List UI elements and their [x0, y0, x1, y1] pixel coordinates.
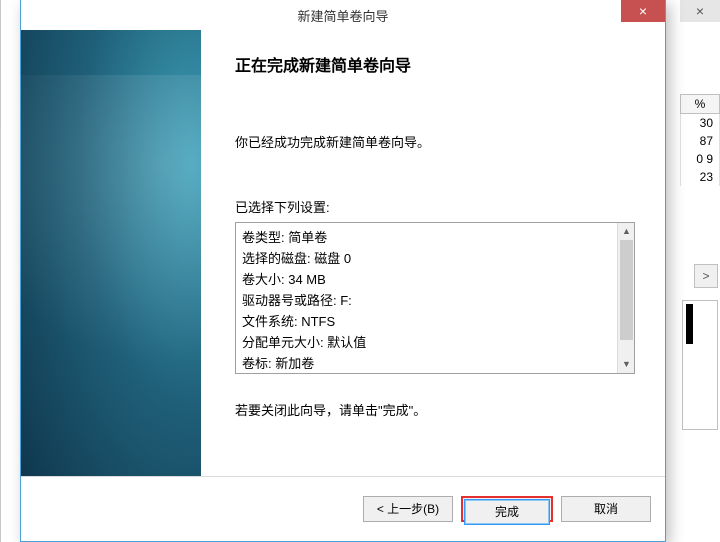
dialog-title: 新建简单卷向导: [21, 6, 665, 25]
close-button[interactable]: ×: [621, 0, 665, 22]
scroll-up-button[interactable]: ▲: [618, 223, 635, 240]
wizard-heading: 正在完成新建简单卷向导: [235, 52, 635, 76]
finish-button[interactable]: 完成: [464, 499, 550, 525]
background-table-cell: 30: [680, 114, 720, 132]
close-icon: ×: [639, 3, 647, 19]
wizard-side-image: [21, 30, 201, 476]
settings-label: 已选择下列设置:: [235, 197, 635, 216]
wizard-dialog: 新建简单卷向导 × 正在完成新建简单卷向导 你已经成功完成新建简单卷向导。 已选…: [20, 0, 666, 542]
background-table-cell: 23: [680, 168, 720, 186]
wizard-intro-text: 你已经成功完成新建简单卷向导。: [235, 132, 635, 151]
background-table-cell: 0 9: [680, 150, 720, 168]
background-scroll-right-button[interactable]: >: [694, 264, 718, 288]
scroll-down-button[interactable]: ▼: [618, 356, 635, 373]
settings-item: 文件系统: NTFS: [242, 311, 614, 332]
wizard-body: 正在完成新建简单卷向导 你已经成功完成新建简单卷向导。 已选择下列设置: 卷类型…: [21, 30, 665, 476]
cancel-button[interactable]: 取消: [561, 496, 651, 522]
wizard-content: 正在完成新建简单卷向导 你已经成功完成新建简单卷向导。 已选择下列设置: 卷类型…: [201, 30, 665, 476]
settings-item: 卷标: 新加卷: [242, 353, 614, 374]
settings-item: 选择的磁盘: 磁盘 0: [242, 248, 614, 269]
finish-button-highlight: 完成: [461, 496, 553, 522]
settings-scrollbar[interactable]: ▲ ▼: [617, 223, 634, 373]
scroll-thumb[interactable]: [620, 240, 633, 340]
settings-list: 卷类型: 简单卷 选择的磁盘: 磁盘 0 卷大小: 34 MB 驱动器号或路径:…: [242, 227, 614, 374]
background-disk-panel: [682, 300, 718, 430]
back-button[interactable]: < 上一步(B): [363, 496, 453, 522]
background-close-button[interactable]: ×: [680, 0, 720, 22]
background-table-header[interactable]: %: [680, 94, 720, 114]
settings-listbox[interactable]: 卷类型: 简单卷 选择的磁盘: 磁盘 0 卷大小: 34 MB 驱动器号或路径:…: [235, 222, 635, 374]
background-disk-indicator: [686, 304, 693, 344]
closing-instruction: 若要关闭此向导，请单击"完成"。: [235, 400, 635, 419]
background-table: % 30 87 0 9 23: [680, 94, 720, 186]
settings-item: 卷大小: 34 MB: [242, 269, 614, 290]
settings-item: 卷类型: 简单卷: [242, 227, 614, 248]
titlebar[interactable]: 新建简单卷向导 ×: [21, 0, 665, 30]
background-table-cell: 87: [680, 132, 720, 150]
settings-item: 分配单元大小: 默认值: [242, 332, 614, 353]
settings-item: 驱动器号或路径: F:: [242, 290, 614, 311]
